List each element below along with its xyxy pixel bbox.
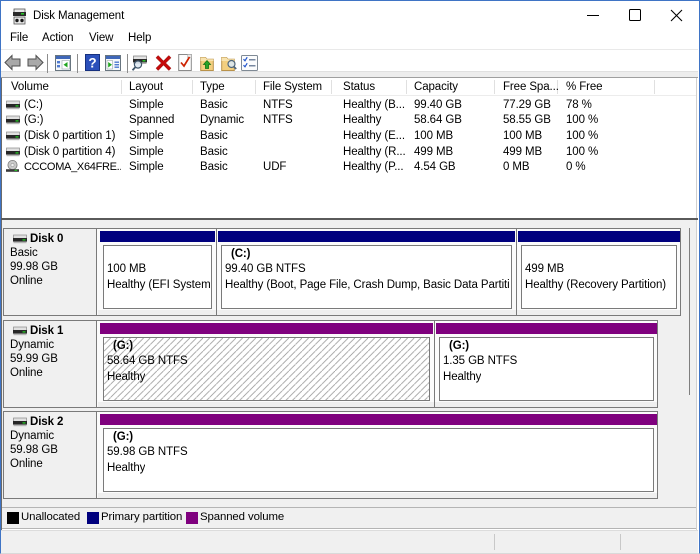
- svg-text:?: ?: [88, 56, 96, 71]
